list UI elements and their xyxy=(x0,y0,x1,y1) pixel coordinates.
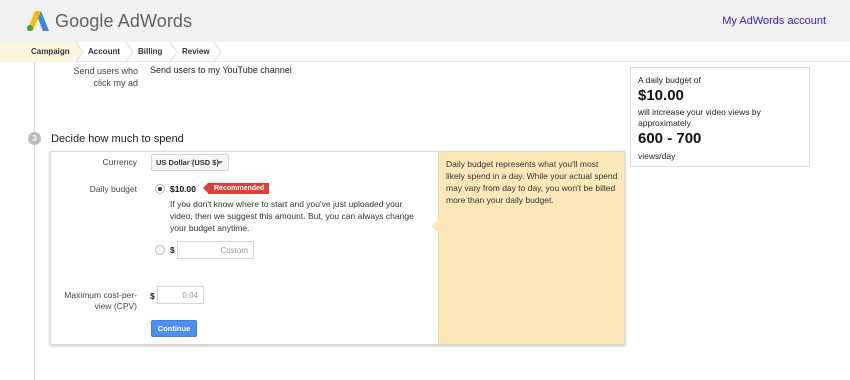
step-number-badge: 3 xyxy=(28,132,41,145)
estimate-unit: views/day xyxy=(638,151,676,161)
chevron-right-icon xyxy=(214,42,222,62)
help-text: Daily budget represents what you'll most… xyxy=(446,159,618,205)
recommended-budget-radio[interactable] xyxy=(155,184,165,194)
step-campaign[interactable]: Campaign xyxy=(0,42,76,62)
section-title: Decide how much to spend xyxy=(51,133,184,145)
custom-budget-radio[interactable] xyxy=(155,245,165,255)
step-account[interactable]: Account xyxy=(88,42,120,62)
estimate-intro: A daily budget of xyxy=(638,75,701,85)
daily-budget-label: Daily budget xyxy=(89,184,137,194)
top-bar: Google AdWords My AdWords account xyxy=(0,0,850,42)
step-billing[interactable]: Billing xyxy=(138,42,162,62)
budget-note: If you don't know where to start and you… xyxy=(170,199,414,233)
send-users-value: Send users to my YouTube channel xyxy=(150,65,292,75)
timeline-line xyxy=(34,62,35,380)
max-cpv-label: Maximum cost-per-view (CPV) xyxy=(64,290,137,311)
send-users-label: Send users who click my ad xyxy=(73,66,138,88)
help-pointer xyxy=(431,219,439,233)
currency-select[interactable]: US Dollar (USD $) xyxy=(151,154,229,171)
step-review[interactable]: Review xyxy=(182,42,210,62)
my-account-link[interactable]: My AdWords account xyxy=(722,15,826,27)
chevron-right-icon xyxy=(170,42,178,62)
max-cpv-input[interactable] xyxy=(157,286,204,304)
chevron-right-icon xyxy=(76,42,84,62)
custom-budget-input[interactable] xyxy=(177,241,254,259)
currency-label: Currency xyxy=(102,157,137,167)
recommended-badge: Recommended xyxy=(202,183,270,194)
continue-button[interactable]: Continue xyxy=(151,320,197,337)
estimate-description: will increase your video views by approx… xyxy=(638,107,761,128)
cpv-currency-symbol: $ xyxy=(150,291,155,301)
recommended-amount: $10.00 xyxy=(170,184,196,194)
estimate-views: 600 - 700 xyxy=(638,130,702,147)
currency-value: US Dollar (USD $) xyxy=(156,158,219,167)
estimate-budget: $10.00 xyxy=(638,87,684,104)
chevron-right-icon xyxy=(126,42,134,62)
caret-down-icon xyxy=(217,161,223,164)
custom-currency-symbol: $ xyxy=(170,245,175,255)
adwords-logo-icon xyxy=(27,11,49,31)
step-breadcrumb: Campaign Account Billing Review xyxy=(0,42,850,62)
brand-name: Google AdWords xyxy=(55,11,193,31)
